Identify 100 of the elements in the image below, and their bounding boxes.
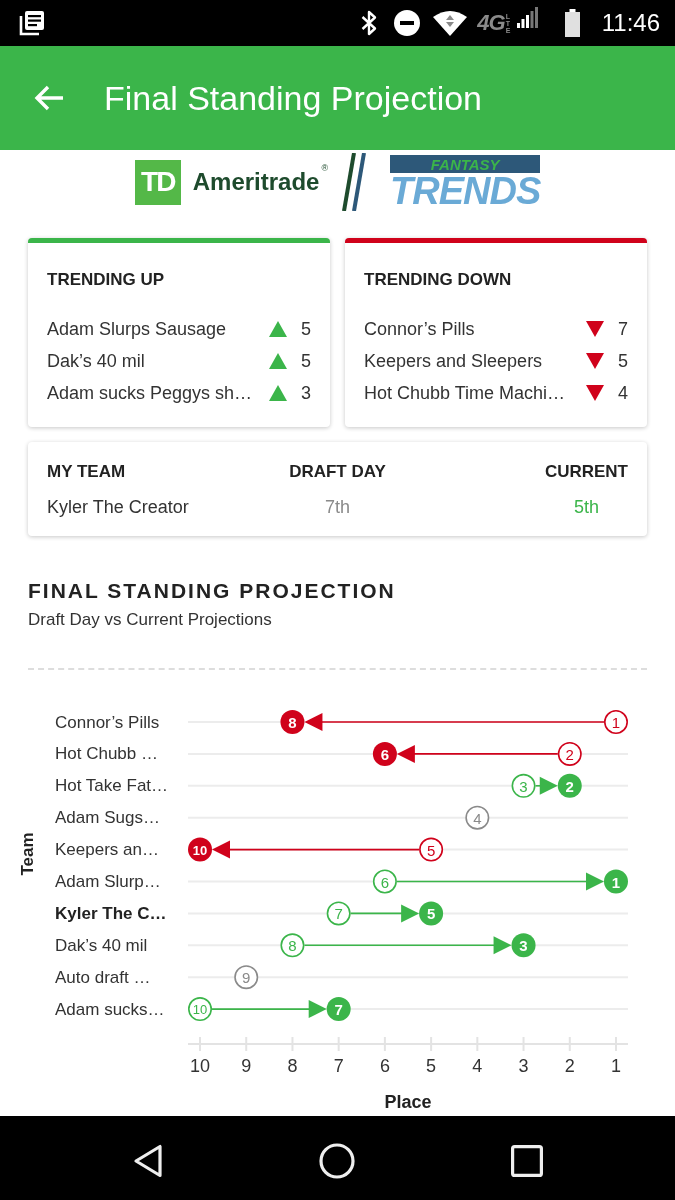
- up-triangle-icon: [269, 321, 287, 337]
- up-triangle-icon: [269, 353, 287, 369]
- network-type: 4G: [477, 12, 505, 34]
- logo-tile: TD: [134, 159, 181, 205]
- logo-banner: FANTASY: [390, 155, 541, 173]
- recents-icon[interactable]: [510, 1145, 543, 1177]
- team-label: Connor’s Pills: [55, 712, 160, 732]
- data-label: 7: [334, 905, 343, 923]
- team-label: Hot Take Fat…: [55, 776, 169, 796]
- team-name: Adam Slurps Sausage: [47, 317, 228, 341]
- draft-day-marker: 1: [604, 710, 628, 734]
- wifi-icon: [433, 10, 468, 36]
- draft-day-place: 7th: [324, 496, 350, 519]
- data-label: 1: [611, 873, 621, 891]
- bluetooth-icon: [361, 10, 378, 36]
- axis-title: Team: [17, 832, 37, 876]
- draft-day-marker: 5: [419, 837, 444, 862]
- data-label: 10: [192, 1002, 208, 1018]
- axis-tick-label: 10: [190, 1056, 211, 1076]
- change-arrow: [349, 904, 420, 923]
- rank-change: 3: [300, 381, 311, 405]
- back-arrow-icon[interactable]: [33, 84, 65, 112]
- team-label: Adam Sugs…: [55, 808, 160, 828]
- battery-icon: [564, 9, 580, 37]
- document-stack-icon: [18, 9, 46, 37]
- data-label: 2: [565, 777, 574, 795]
- down-triangle-icon: [586, 385, 604, 401]
- data-label: 6: [380, 873, 390, 891]
- screen-title: Final Standing Projection: [104, 81, 482, 115]
- draft-day-marker: 10: [188, 997, 212, 1022]
- team-name: Adam sucks Peggys sh…: [47, 381, 254, 405]
- column-header: DRAFT DAY: [289, 461, 386, 483]
- team-label: Kyler The C…: [55, 903, 167, 923]
- column-header: CURRENT: [544, 461, 628, 483]
- draft-day-marker: 6: [372, 869, 397, 894]
- team-name: Dak’s 40 mil: [47, 349, 146, 373]
- rank-change: 7: [617, 317, 628, 341]
- axis-tick-label: 7: [333, 1056, 344, 1076]
- section-subtitle: Draft Day vs Current Projections: [28, 609, 273, 631]
- data-label: 6: [380, 745, 390, 763]
- current-marker: 6: [372, 741, 397, 766]
- clock-time: 11:46: [601, 11, 660, 35]
- column-header: MY TEAM: [47, 461, 126, 483]
- rank-change: 4: [617, 381, 628, 405]
- current-place: 5th: [573, 496, 599, 519]
- card-title: TRENDING UP: [47, 269, 166, 291]
- card-title: TRENDING DOWN: [364, 269, 513, 291]
- axis-tick-label: 1: [611, 1056, 621, 1076]
- team-label: Adam Slurp…: [55, 872, 161, 891]
- draft-day-marker: 9: [234, 965, 259, 990]
- data-label: 8: [288, 714, 297, 731]
- draft-day-marker: 2: [557, 741, 582, 766]
- data-label: 8: [288, 937, 297, 955]
- double-slash-icon: [342, 153, 367, 211]
- axis-title: Place: [384, 1092, 432, 1112]
- team-label: Dak’s 40 mil: [55, 935, 148, 955]
- team-name: Keepers and Sleepers: [364, 349, 544, 373]
- axis-tick-label: 5: [426, 1056, 437, 1076]
- team-label: Hot Chubb …: [55, 744, 158, 764]
- current-marker: 3: [511, 933, 536, 958]
- up-triangle-icon: [269, 385, 287, 401]
- draft-day-marker: 4: [465, 805, 490, 830]
- data-label: 5: [426, 905, 436, 923]
- team-name: Kyler The Creator: [47, 496, 189, 519]
- data-label: 3: [519, 777, 528, 795]
- home-icon[interactable]: [318, 1143, 355, 1179]
- data-label: 5: [426, 841, 436, 859]
- brand-name: Ameritrade: [192, 170, 320, 194]
- down-triangle-icon: [586, 353, 604, 369]
- current-marker: 1: [604, 869, 628, 894]
- registered-mark: ®: [321, 164, 329, 173]
- back-icon[interactable]: [132, 1144, 163, 1178]
- axis-tick-label: 9: [241, 1056, 252, 1076]
- current-marker: 10: [188, 837, 212, 862]
- data-label: 10: [192, 842, 208, 858]
- team-label: Adam sucks…: [55, 999, 165, 1019]
- rank-change: 5: [300, 317, 311, 341]
- team-label: Keepers an…: [55, 840, 159, 860]
- current-marker: 8: [280, 710, 305, 734]
- data-label: 1: [611, 714, 621, 731]
- section-title: FINAL STANDING PROJECTION: [28, 578, 397, 604]
- signal-icon: [516, 6, 539, 28]
- data-label: 7: [334, 1001, 343, 1019]
- data-label: 2: [565, 745, 574, 763]
- axis-tick-label: 2: [564, 1056, 575, 1076]
- current-marker: 5: [419, 901, 444, 926]
- logo-wordmark: TRENDS: [390, 173, 541, 209]
- draft-day-marker: 8: [280, 933, 305, 958]
- team-label: Auto draft …: [55, 967, 151, 987]
- current-marker: 7: [326, 997, 351, 1022]
- team-name: Connor’s Pills: [364, 317, 476, 341]
- data-label: 9: [242, 969, 251, 987]
- team-name: Hot Chubb Time Machi…: [364, 381, 567, 405]
- axis-tick-label: 4: [472, 1056, 483, 1076]
- minus-circle-icon: [394, 10, 421, 36]
- axis-tick-label: 8: [287, 1056, 298, 1076]
- rank-change: 5: [300, 349, 311, 373]
- down-triangle-icon: [586, 321, 604, 337]
- draft-day-marker: 7: [326, 901, 351, 926]
- axis-tick-label: 6: [379, 1056, 390, 1076]
